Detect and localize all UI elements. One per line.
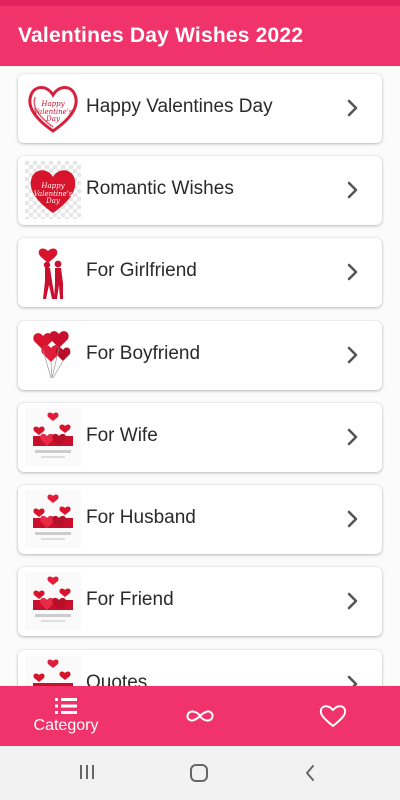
list-icon [55, 698, 77, 714]
list-item-label: For Boyfriend [86, 343, 201, 364]
list-item-label: Romantic Wishes [86, 178, 234, 199]
svg-text:Happy: Happy [40, 100, 65, 108]
list-item-romantic-wishes[interactable]: Happy Valentine's Day Romantic Wishes [18, 156, 382, 225]
heart-outline-card-icon: Happy Valentine's Day [25, 79, 81, 137]
list-item-quotes[interactable]: Quotes [18, 650, 382, 686]
hearts-card-icon [25, 408, 81, 466]
hearts-card-icon [25, 490, 81, 548]
list-item-label: Happy Valentines Day [86, 96, 273, 117]
list-item-for-boyfriend[interactable]: For Boyfriend [18, 321, 382, 390]
list-item-label: For Husband [86, 507, 196, 528]
chevron-right-icon [347, 428, 358, 446]
system-navigation-bar [0, 746, 400, 800]
category-list[interactable]: Happy Valentine's Day Happy Valentines D… [0, 66, 400, 686]
list-item-happy-valentines-day[interactable]: Happy Valentine's Day Happy Valentines D… [18, 74, 382, 143]
infinity-icon [186, 710, 214, 722]
recent-apps-icon[interactable] [78, 764, 96, 780]
app-title: Valentines Day Wishes 2022 [18, 24, 304, 47]
bottom-navigation: Category [0, 686, 400, 746]
list-item-label: Quotes [86, 672, 148, 686]
nav-tab-infinity[interactable] [170, 686, 230, 746]
chevron-right-icon [347, 346, 358, 364]
list-item-label: For Girlfriend [86, 260, 197, 281]
nav-tab-label: Category [33, 717, 99, 734]
heart-outline-icon [319, 705, 347, 727]
app-bar: Valentines Day Wishes 2022 [0, 6, 400, 66]
chevron-right-icon [347, 263, 358, 281]
list-item-for-friend[interactable]: For Friend [18, 567, 382, 636]
list-item-label: For Wife [86, 425, 158, 446]
heart-card-icon: Happy Valentine's Day [25, 161, 81, 219]
chevron-right-icon [347, 675, 358, 686]
hearts-card-icon [25, 655, 81, 686]
chevron-right-icon [347, 99, 358, 117]
nav-tab-category[interactable]: Category [20, 686, 112, 746]
nav-tab-favorites[interactable] [303, 686, 363, 746]
home-icon[interactable] [189, 764, 209, 782]
list-item-label: For Friend [86, 589, 174, 610]
svg-text:Day: Day [45, 115, 61, 123]
svg-text:Happy: Happy [40, 182, 65, 190]
back-icon[interactable] [303, 764, 317, 782]
couple-silhouette-icon [25, 243, 81, 301]
list-item-for-girlfriend[interactable]: For Girlfriend [18, 238, 382, 307]
hearts-card-icon [25, 572, 81, 630]
chevron-right-icon [347, 510, 358, 528]
list-item-for-wife[interactable]: For Wife [18, 403, 382, 472]
list-item-for-husband[interactable]: For Husband [18, 485, 382, 554]
chevron-right-icon [347, 181, 358, 199]
chevron-right-icon [347, 592, 358, 610]
heart-balloons-icon [25, 326, 81, 384]
svg-text:Day: Day [45, 197, 61, 205]
